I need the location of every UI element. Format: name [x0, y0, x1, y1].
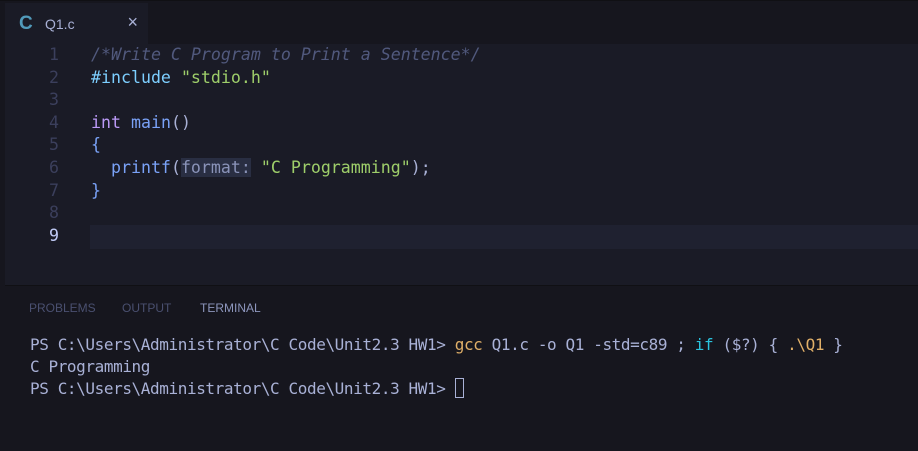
token-str: "C Programming" — [260, 158, 411, 177]
cmd-args: Q1.c -o Q1 -std=c89 ; — [482, 335, 695, 354]
prompt: PS C:\Users\Administrator\C Code\Unit2.3… — [30, 379, 455, 398]
line-number: 2 — [49, 67, 59, 87]
code-text: printf(format: "C Programming"); — [91, 157, 431, 180]
cmd-cond: ($?) { — [713, 335, 788, 354]
tab-bar: C Q1.c × — [0, 0, 918, 45]
line-number: 4 — [49, 112, 59, 132]
token-punc: ); — [410, 158, 431, 177]
code-line: 4 int main() — [5, 112, 918, 135]
code-line: 3 — [5, 89, 918, 112]
token-brace: { — [91, 135, 101, 155]
token-kw: int — [91, 112, 121, 132]
code-line: 9 — [5, 225, 918, 248]
code-line: 8 — [5, 202, 918, 225]
code-line: 1 /*Write C Program to Print a Sentence*/ — [5, 44, 918, 67]
code-line: 2 #include "stdio.h" — [5, 67, 918, 90]
token-fn: printf — [110, 158, 171, 177]
tab-problems[interactable]: PROBLEMS — [29, 301, 96, 315]
token-cmt: /*Write C Program to Print a Sentence*/ — [91, 45, 481, 64]
tab-terminal[interactable]: TERMINAL — [200, 301, 261, 315]
line-number: 9 — [49, 225, 59, 245]
code-line: 6 printf(format: "C Programming"); — [5, 157, 918, 180]
code-editor[interactable]: 1 /*Write C Program to Print a Sentence*/… — [5, 44, 918, 284]
token-punc — [121, 113, 131, 132]
token-punc — [171, 68, 181, 87]
tab-q1-c[interactable]: C Q1.c × — [5, 3, 148, 45]
terminal-output: C Programming — [30, 357, 151, 376]
line-number: 8 — [49, 203, 59, 223]
token-punc: () — [170, 112, 191, 132]
terminal-cursor — [454, 378, 464, 398]
code-text: /*Write C Program to Print a Sentence*/ — [91, 44, 481, 67]
tab-output[interactable]: OUTPUT — [122, 301, 171, 315]
token-punc — [91, 158, 111, 177]
c-language-icon: C — [19, 12, 33, 34]
terminal-prompt-line: PS C:\Users\Administrator\C Code\Unit2.3… — [30, 378, 464, 400]
close-icon[interactable]: × — [127, 12, 138, 33]
code-text: { — [91, 134, 101, 157]
code-text: } — [91, 180, 101, 203]
code-text: int main() — [91, 112, 191, 135]
line-number: 5 — [49, 135, 59, 155]
terminal-command-line: PS C:\Users\Administrator\C Code\Unit2.3… — [30, 334, 843, 356]
line-number: 3 — [49, 90, 59, 110]
line-number: 7 — [49, 180, 59, 200]
token-brace: } — [91, 180, 101, 200]
code-line: 7} — [5, 180, 918, 203]
cmd-if: if — [694, 335, 714, 354]
tab-label: Q1.c — [45, 15, 75, 32]
cmd-end: } — [824, 335, 843, 354]
cmd-gcc: gcc — [454, 335, 483, 354]
line-number: 6 — [49, 158, 59, 177]
bottom-panel: PROBLEMS OUTPUT TERMINAL PS C:\Users\Adm… — [5, 285, 918, 451]
token-pre: #include — [91, 67, 171, 87]
token-fn: main — [130, 112, 171, 132]
line-number: 1 — [49, 45, 59, 64]
code-text: #include "stdio.h" — [91, 67, 271, 90]
token-punc: ( — [170, 158, 181, 177]
token-punc — [251, 158, 261, 177]
prompt: PS C:\Users\Administrator\C Code\Unit2.3… — [30, 335, 455, 354]
code-line: 5{ — [5, 134, 918, 157]
cmd-run: .\Q1 — [787, 335, 825, 354]
token-hint: format: — [180, 158, 251, 177]
token-str: "stdio.h" — [180, 67, 271, 87]
